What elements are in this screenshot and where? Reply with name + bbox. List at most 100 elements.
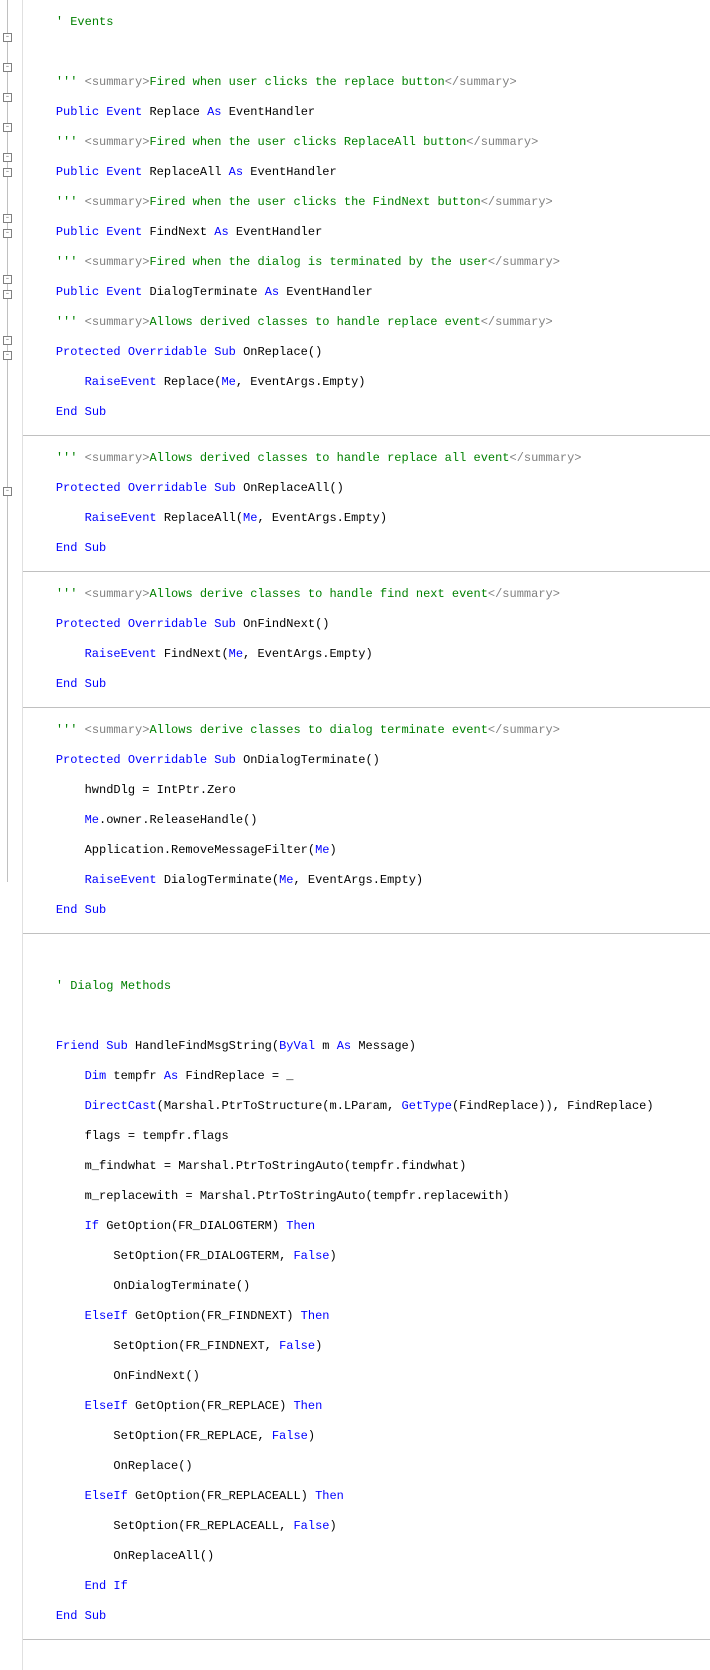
keyword: Public	[56, 105, 99, 119]
fold-box[interactable]: -	[3, 351, 12, 360]
keyword: Protected	[56, 753, 121, 767]
keyword: Public	[56, 165, 99, 179]
keyword: Event	[106, 165, 142, 179]
doc-comment: '''	[56, 75, 85, 89]
keyword: As	[207, 105, 221, 119]
doc-text: Fired when the dialog is terminated by t…	[149, 255, 487, 269]
keyword: Protected	[56, 617, 121, 631]
keyword: As	[265, 285, 279, 299]
identifier: m_replacewith	[85, 1189, 179, 1203]
doc-comment: '''	[56, 195, 85, 209]
xml-tag: </summary>	[481, 195, 553, 209]
fold-box[interactable]: -	[3, 153, 12, 162]
method: SetOption	[113, 1519, 178, 1533]
code-editor[interactable]: - - - - - - - - - - - - - ' Events ''' <…	[0, 0, 710, 1670]
code-area[interactable]: ' Events ''' <summary>Fired when user cl…	[23, 0, 710, 1670]
doc-text: Allows derive classes to dialog terminat…	[149, 723, 487, 737]
type: EventHandler	[236, 225, 322, 239]
keyword: Sub	[106, 1039, 128, 1053]
method: GetOption	[135, 1309, 200, 1323]
line-continuation: _	[279, 1069, 293, 1083]
keyword: RaiseEvent	[85, 873, 157, 887]
region-separator	[23, 933, 710, 934]
keyword: Then	[293, 1399, 322, 1413]
fold-box[interactable]: -	[3, 123, 12, 132]
keyword: Me	[229, 647, 243, 661]
keyword: False	[272, 1429, 308, 1443]
identifier: tempfr	[142, 1129, 185, 1143]
method: GetOption	[106, 1219, 171, 1233]
keyword: Sub	[214, 345, 236, 359]
type: IntPtr	[157, 783, 200, 797]
doc-comment: '''	[56, 255, 85, 269]
keyword: As	[229, 165, 243, 179]
method: RemoveMessageFilter	[171, 843, 308, 857]
type: Message	[358, 1039, 408, 1053]
type: Application	[85, 843, 164, 857]
type: FindReplace	[459, 1099, 538, 1113]
keyword: Dim	[85, 1069, 107, 1083]
fold-box[interactable]: -	[3, 33, 12, 42]
xml-tag: </summary>	[510, 451, 582, 465]
doc-comment: '''	[56, 587, 85, 601]
region-separator	[23, 435, 710, 436]
member: flags	[193, 1129, 229, 1143]
method: SetOption	[113, 1429, 178, 1443]
constant: FR_REPLACEALL	[185, 1519, 279, 1533]
xml-tag: <summary>	[85, 451, 150, 465]
doc-comment: '''	[56, 451, 85, 465]
xml-tag: <summary>	[85, 195, 150, 209]
doc-text: Allows derived classes to handle replace…	[149, 315, 480, 329]
comment: ' Events	[27, 15, 113, 29]
doc-text: Fired when the user clicks ReplaceAll bu…	[149, 135, 466, 149]
doc-comment: '''	[56, 723, 85, 737]
keyword: End If	[85, 1579, 128, 1593]
type: EventArgs	[272, 511, 337, 525]
xml-tag: </summary>	[488, 723, 560, 737]
keyword: End Sub	[56, 903, 106, 917]
comment: ' Dialog Methods	[27, 979, 171, 993]
keyword: End Sub	[56, 405, 106, 419]
method: SetOption	[113, 1249, 178, 1263]
method: PtrToStructure	[221, 1099, 322, 1113]
constant: FR_REPLACE	[207, 1399, 279, 1413]
keyword: Public	[56, 225, 99, 239]
keyword: RaiseEvent	[85, 511, 157, 525]
type: EventHandler	[229, 105, 315, 119]
fold-box[interactable]: -	[3, 336, 12, 345]
method: OnFindNext	[243, 617, 315, 631]
constant: FR_DIALOGTERM	[178, 1219, 272, 1233]
method: GetOption	[135, 1489, 200, 1503]
keyword: Then	[286, 1219, 315, 1233]
region-separator	[23, 1639, 710, 1640]
fold-box[interactable]: -	[3, 290, 12, 299]
xml-tag: </summary>	[488, 255, 560, 269]
fold-box[interactable]: -	[3, 214, 12, 223]
method: OnReplaceAll	[243, 481, 329, 495]
method: HandleFindMsgString	[135, 1039, 272, 1053]
fold-box[interactable]: -	[3, 275, 12, 284]
keyword: As	[337, 1039, 351, 1053]
keyword: GetType	[402, 1099, 452, 1113]
folding-gutter: - - - - - - - - - - - - -	[0, 0, 23, 1670]
doc-comment: '''	[56, 135, 85, 149]
param: m	[322, 1039, 329, 1053]
type: Marshal	[178, 1159, 228, 1173]
keyword: Event	[106, 225, 142, 239]
keyword: Protected	[56, 345, 121, 359]
identifier: tempfr	[113, 1069, 156, 1083]
keyword: Me	[315, 843, 329, 857]
fold-box[interactable]: -	[3, 168, 12, 177]
identifier: hwndDlg	[85, 783, 135, 797]
fold-box[interactable]: -	[3, 63, 12, 72]
constant: FR_FINDNEXT	[207, 1309, 286, 1323]
method: PtrToStringAuto	[236, 1159, 344, 1173]
keyword: False	[293, 1249, 329, 1263]
fold-box[interactable]: -	[3, 93, 12, 102]
fold-box[interactable]: -	[3, 487, 12, 496]
method: ReleaseHandle	[149, 813, 243, 827]
identifier: ReplaceAll	[149, 165, 221, 179]
type: FindReplace	[567, 1099, 646, 1113]
fold-box[interactable]: -	[3, 229, 12, 238]
doc-text: Allows derive classes to handle find nex…	[149, 587, 487, 601]
